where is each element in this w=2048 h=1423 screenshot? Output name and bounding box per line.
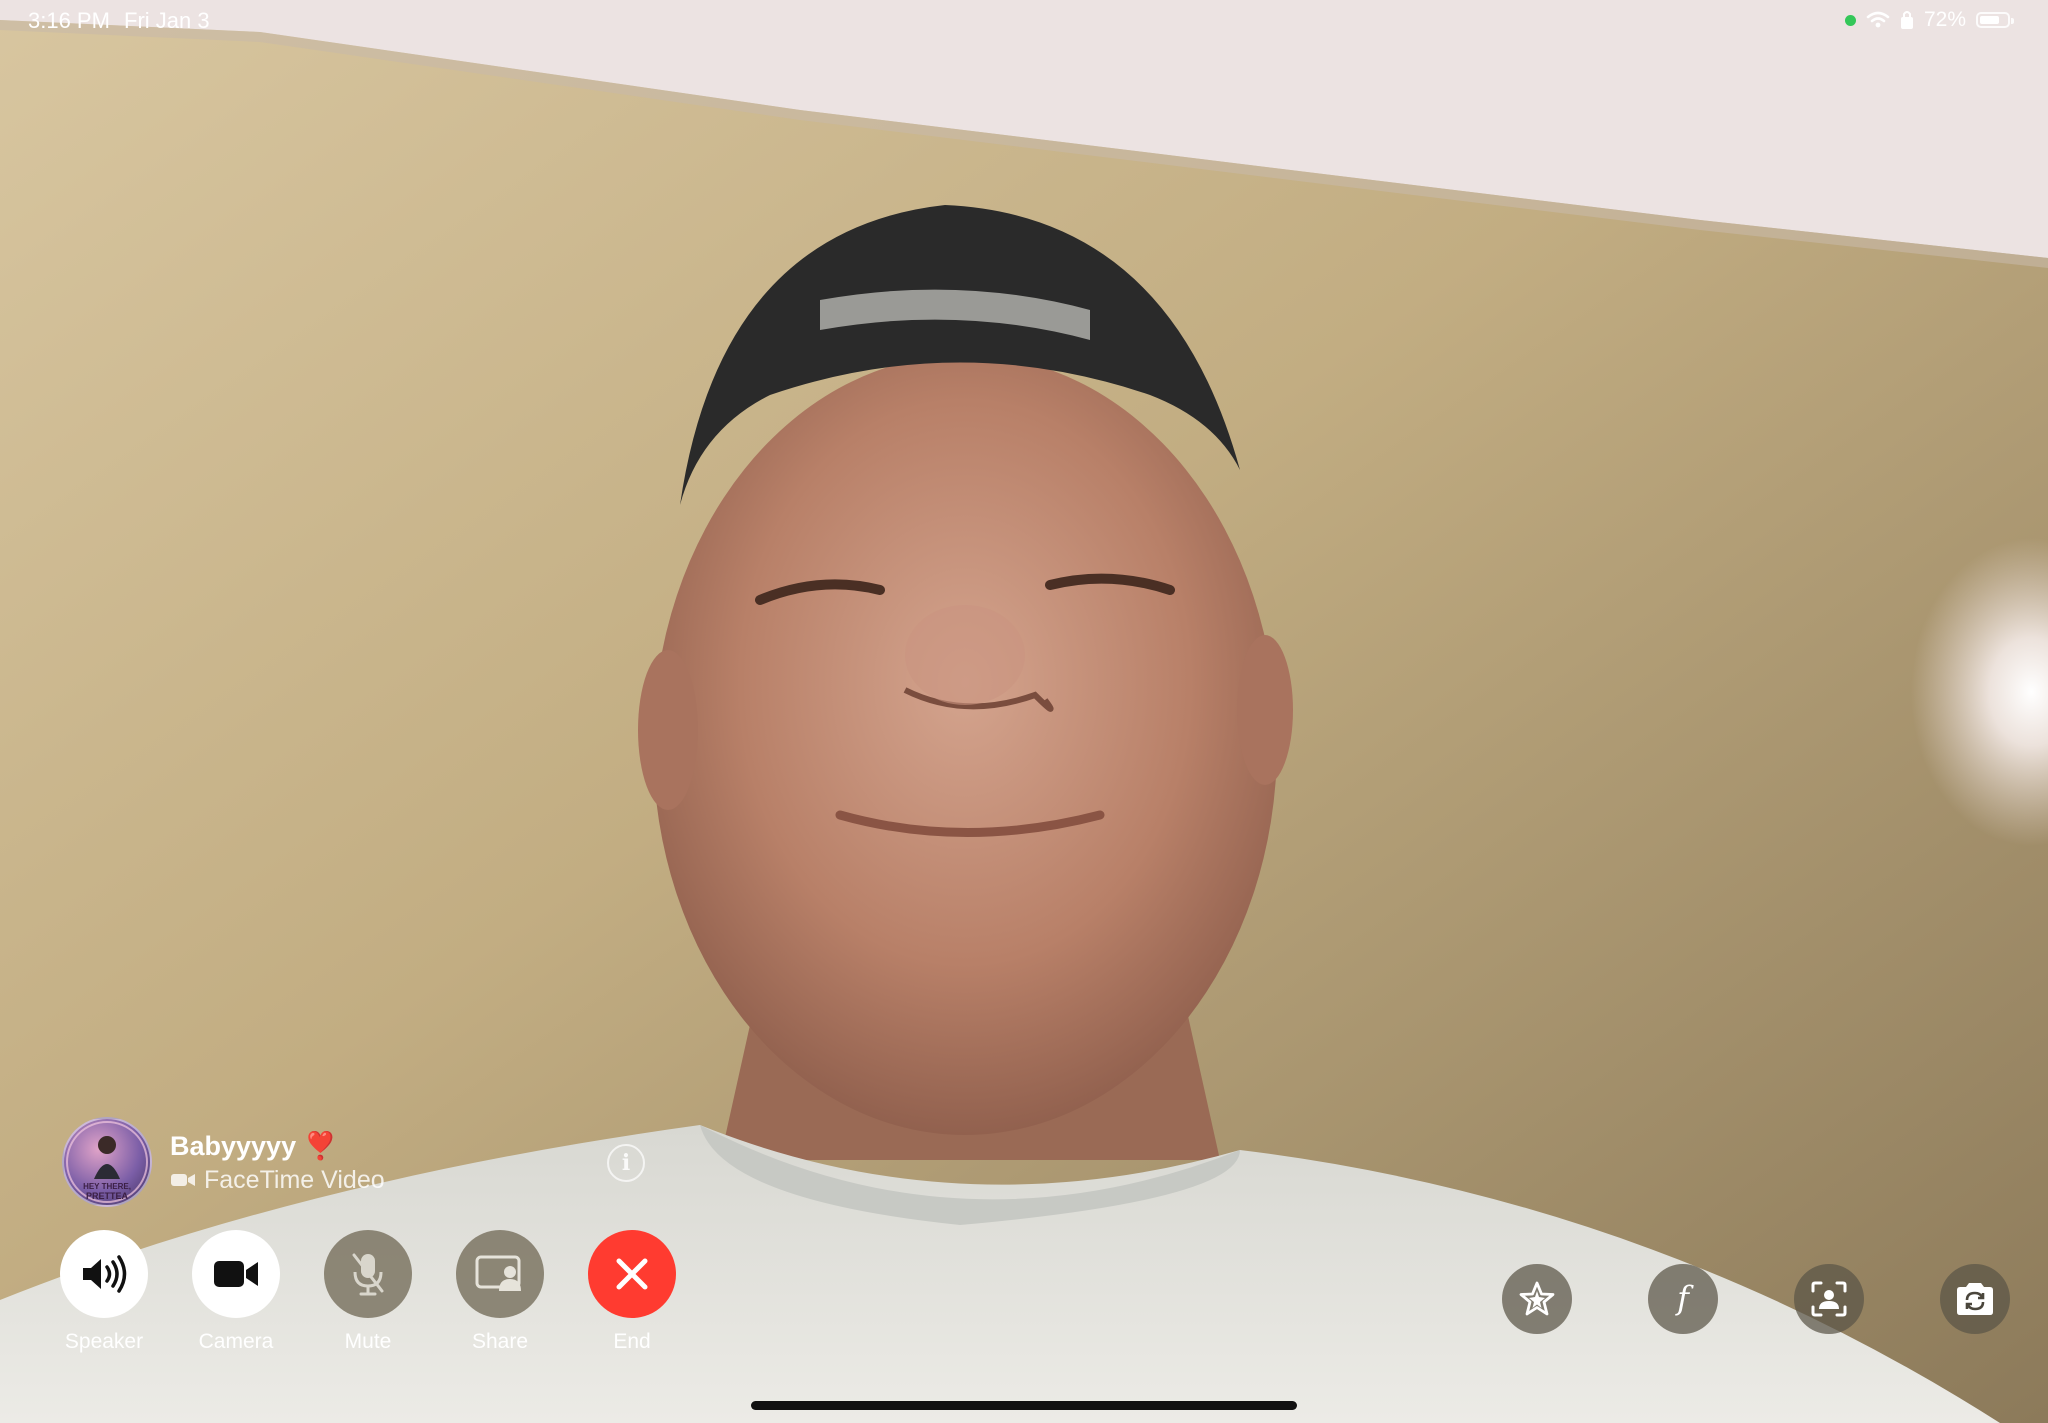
speaker-button-circle[interactable]: [60, 1230, 148, 1318]
flip-camera-icon: [1957, 1283, 1993, 1315]
camera-button[interactable]: Camera: [192, 1230, 280, 1354]
caller-info[interactable]: HEY THERE, PRETTEA Babyyyyy ❣️ FaceTime …: [62, 1117, 385, 1207]
share-label: Share: [471, 1330, 529, 1353]
svg-text:f: f: [1675, 1279, 1694, 1317]
status-indicators: 72%: [1844, 8, 2014, 32]
battery-tip: [2011, 18, 2014, 24]
speaker-label: Speaker: [64, 1330, 144, 1353]
camera-in-use-indicator: [1844, 14, 1856, 26]
avatar[interactable]: HEY THERE, PRETTEA: [62, 1117, 152, 1207]
filters-button[interactable]: f: [1648, 1264, 1718, 1334]
battery-level: [1980, 16, 1999, 24]
video-frame: [0, 0, 2048, 1423]
mic-off-icon: [352, 1253, 384, 1296]
share-screen-icon: [475, 1255, 521, 1291]
share-button[interactable]: Share: [456, 1230, 544, 1354]
end-call-button[interactable]: End: [588, 1230, 676, 1354]
status-bar: 3:16 PM Fri Jan 3 72%: [0, 0, 2048, 42]
flip-camera-button[interactable]: [1940, 1264, 2010, 1334]
caller-name: Babyyyyy ❣️: [170, 1130, 338, 1161]
camera-button-circle[interactable]: [192, 1230, 280, 1318]
effects-controls: f: [1502, 1264, 2010, 1334]
remote-video-feed[interactable]: [0, 0, 2048, 1423]
svg-text:PRETTEA: PRETTEA: [86, 1191, 129, 1201]
share-button-circle[interactable]: [456, 1230, 544, 1318]
home-indicator[interactable]: [751, 1401, 1297, 1410]
effects-button[interactable]: [1502, 1264, 1572, 1334]
mute-button-circle[interactable]: [324, 1230, 412, 1318]
lock-rotation-icon: [1900, 11, 1913, 29]
end-call-button-circle[interactable]: [588, 1230, 676, 1318]
info-button[interactable]: i: [607, 1144, 645, 1182]
status-date: Fri Jan 3: [124, 8, 210, 33]
camera-label: Camera: [198, 1330, 274, 1353]
portrait-mode-icon: [1811, 1281, 1847, 1317]
status-time: 3:16 PM: [28, 8, 110, 33]
info-icon: i: [621, 1150, 631, 1176]
portrait-mode-button[interactable]: [1794, 1264, 1864, 1334]
battery-percentage: 72%: [1923, 8, 1966, 31]
battery-icon: [1976, 12, 2014, 28]
effects-star-icon: [1519, 1281, 1555, 1316]
facetime-call-screen: 3:16 PM Fri Jan 3 72% HEY THERE, PRETTEA…: [0, 0, 2048, 1423]
speaker-icon: [83, 1255, 127, 1293]
call-type-label: FaceTime Video: [204, 1165, 385, 1194]
call-controls: Speaker Camera Mute Share End: [60, 1230, 676, 1354]
avatar-image: HEY THERE, PRETTEA: [66, 1121, 148, 1203]
mute-button[interactable]: Mute: [324, 1230, 412, 1354]
svg-text:HEY THERE,: HEY THERE,: [83, 1182, 131, 1191]
camera-icon: [214, 1261, 258, 1287]
speaker-button[interactable]: Speaker: [60, 1230, 148, 1354]
video-icon: [171, 1174, 195, 1186]
wifi-icon: [1866, 11, 1890, 28]
caller-text: Babyyyyy ❣️ FaceTime Video: [170, 1130, 385, 1195]
call-type: FaceTime Video: [170, 1166, 385, 1195]
end-call-icon: [616, 1258, 648, 1290]
end-label: End: [613, 1330, 651, 1353]
mute-label: Mute: [344, 1330, 392, 1353]
filters-icon: f: [1675, 1279, 1694, 1317]
